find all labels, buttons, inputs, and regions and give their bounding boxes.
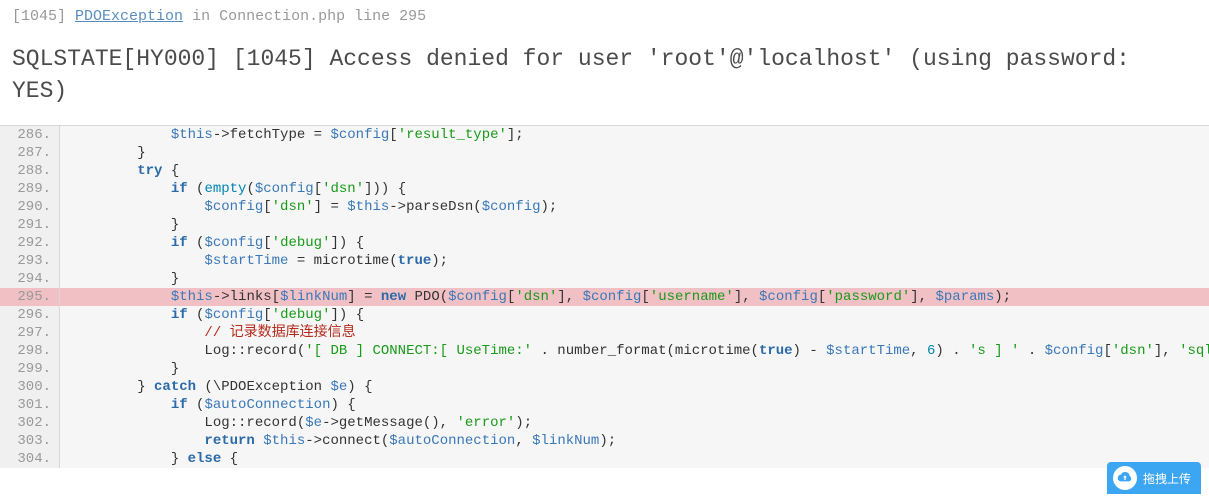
line-number: 294. xyxy=(0,270,60,288)
line-number: 286. xyxy=(0,126,60,144)
drag-upload-button[interactable]: 拖拽上传 xyxy=(1107,462,1201,494)
code-line: 287. } xyxy=(0,144,1209,162)
source-code-panel: 286. $this->fetchType = $config['result_… xyxy=(0,125,1209,468)
line-number: 298. xyxy=(0,342,60,360)
code-line: 294. } xyxy=(0,270,1209,288)
exception-link[interactable]: PDOException xyxy=(75,8,183,25)
code-line: 286. $this->fetchType = $config['result_… xyxy=(0,126,1209,144)
code-content: try { xyxy=(60,162,1209,180)
cloud-upload-icon xyxy=(1113,466,1137,490)
code-line: 303. return $this->connect($autoConnecti… xyxy=(0,432,1209,450)
code-content: } xyxy=(60,270,1209,288)
line-number: 304. xyxy=(0,450,60,468)
code-content: if ($config['debug']) { xyxy=(60,306,1209,324)
code-content: } xyxy=(60,144,1209,162)
code-line: 297. // 记录数据库连接信息 xyxy=(0,324,1209,342)
line-number: 295. xyxy=(0,288,60,306)
line-number: 288. xyxy=(0,162,60,180)
in-word: in xyxy=(192,8,210,25)
code-line: 301. if ($autoConnection) { xyxy=(0,396,1209,414)
code-content: if (empty($config['dsn'])) { xyxy=(60,180,1209,198)
line-number: 301. xyxy=(0,396,60,414)
line-number: 292. xyxy=(0,234,60,252)
line-number: 303. xyxy=(0,432,60,450)
line-number: 293. xyxy=(0,252,60,270)
code-line: 289. if (empty($config['dsn'])) { xyxy=(0,180,1209,198)
code-content: // 记录数据库连接信息 xyxy=(60,324,1209,342)
code-content: return $this->connect($autoConnection, $… xyxy=(60,432,1209,450)
code-content: $config['dsn'] = $this->parseDsn($config… xyxy=(60,198,1209,216)
code-content: $this->fetchType = $config['result_type'… xyxy=(60,126,1209,144)
line-number: 300. xyxy=(0,378,60,396)
code-line: 296. if ($config['debug']) { xyxy=(0,306,1209,324)
line-number: 291. xyxy=(0,216,60,234)
code-content: } xyxy=(60,216,1209,234)
code-content: Log::record('[ DB ] CONNECT:[ UseTime:' … xyxy=(60,342,1209,360)
error-title: SQLSTATE[HY000] [1045] Access denied for… xyxy=(0,33,1209,125)
line-number: 299. xyxy=(0,360,60,378)
code-line: 299. } xyxy=(0,360,1209,378)
code-content: } xyxy=(60,360,1209,378)
line-number: 296. xyxy=(0,306,60,324)
line-number: 302. xyxy=(0,414,60,432)
code-line: 298. Log::record('[ DB ] CONNECT:[ UseTi… xyxy=(0,342,1209,360)
line-number: 297. xyxy=(0,324,60,342)
code-line: 288. try { xyxy=(0,162,1209,180)
code-line: 292. if ($config['debug']) { xyxy=(0,234,1209,252)
code-line: 291. } xyxy=(0,216,1209,234)
line-number: 290. xyxy=(0,198,60,216)
line-number: 289. xyxy=(0,180,60,198)
error-header: [1045] PDOException in Connection.php li… xyxy=(0,0,1209,33)
code-content: } else { xyxy=(60,450,1209,468)
code-line: 293. $startTime = microtime(true); xyxy=(0,252,1209,270)
code-content: Log::record($e->getMessage(), 'error'); xyxy=(60,414,1209,432)
code-content: $this->links[$linkNum] = new PDO($config… xyxy=(60,288,1209,306)
error-location: Connection.php line 295 xyxy=(219,8,426,25)
code-line: 302. Log::record($e->getMessage(), 'erro… xyxy=(0,414,1209,432)
code-content: if ($autoConnection) { xyxy=(60,396,1209,414)
code-line: 300. } catch (\PDOException $e) { xyxy=(0,378,1209,396)
line-number: 287. xyxy=(0,144,60,162)
error-code: [1045] xyxy=(12,8,66,25)
code-content: $startTime = microtime(true); xyxy=(60,252,1209,270)
code-line: 295. $this->links[$linkNum] = new PDO($c… xyxy=(0,288,1209,306)
code-content: } catch (\PDOException $e) { xyxy=(60,378,1209,396)
code-line: 290. $config['dsn'] = $this->parseDsn($c… xyxy=(0,198,1209,216)
upload-label: 拖拽上传 xyxy=(1143,470,1191,487)
code-line: 304. } else { xyxy=(0,450,1209,468)
code-content: if ($config['debug']) { xyxy=(60,234,1209,252)
